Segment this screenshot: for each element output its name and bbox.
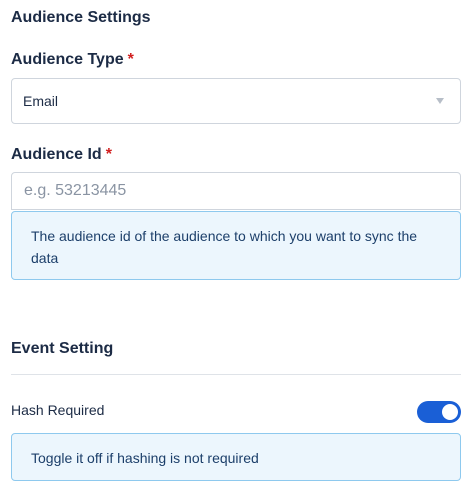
- audience-type-label: Audience Type *: [11, 51, 134, 69]
- audience-type-selected-value: Email: [23, 93, 59, 109]
- section-divider: [11, 374, 461, 375]
- required-mark: *: [105, 146, 112, 163]
- audience-id-help-text: The audience id of the audience to which…: [31, 228, 418, 266]
- audience-id-label: Audience Id *: [11, 146, 112, 164]
- audience-id-help: The audience id of the audience to which…: [11, 211, 461, 280]
- hash-required-label: Hash Required: [11, 402, 105, 418]
- audience-id-label-text: Audience Id: [11, 146, 102, 163]
- hash-required-help-text: Toggle it off if hashing is not required: [31, 450, 259, 466]
- audience-id-input[interactable]: [11, 172, 461, 210]
- toggle-knob: [442, 404, 458, 420]
- audience-settings-heading: Audience Settings: [11, 9, 151, 26]
- hash-required-help: Toggle it off if hashing is not required: [11, 433, 461, 481]
- event-setting-heading: Event Setting: [11, 340, 114, 357]
- hash-required-toggle[interactable]: [417, 401, 461, 423]
- required-mark: *: [127, 51, 134, 68]
- audience-type-select[interactable]: Email: [11, 78, 461, 124]
- audience-type-label-text: Audience Type: [11, 51, 124, 68]
- chevron-down-icon: [436, 98, 444, 104]
- settings-form: Audience Settings Audience Type * Email A…: [0, 0, 468, 491]
